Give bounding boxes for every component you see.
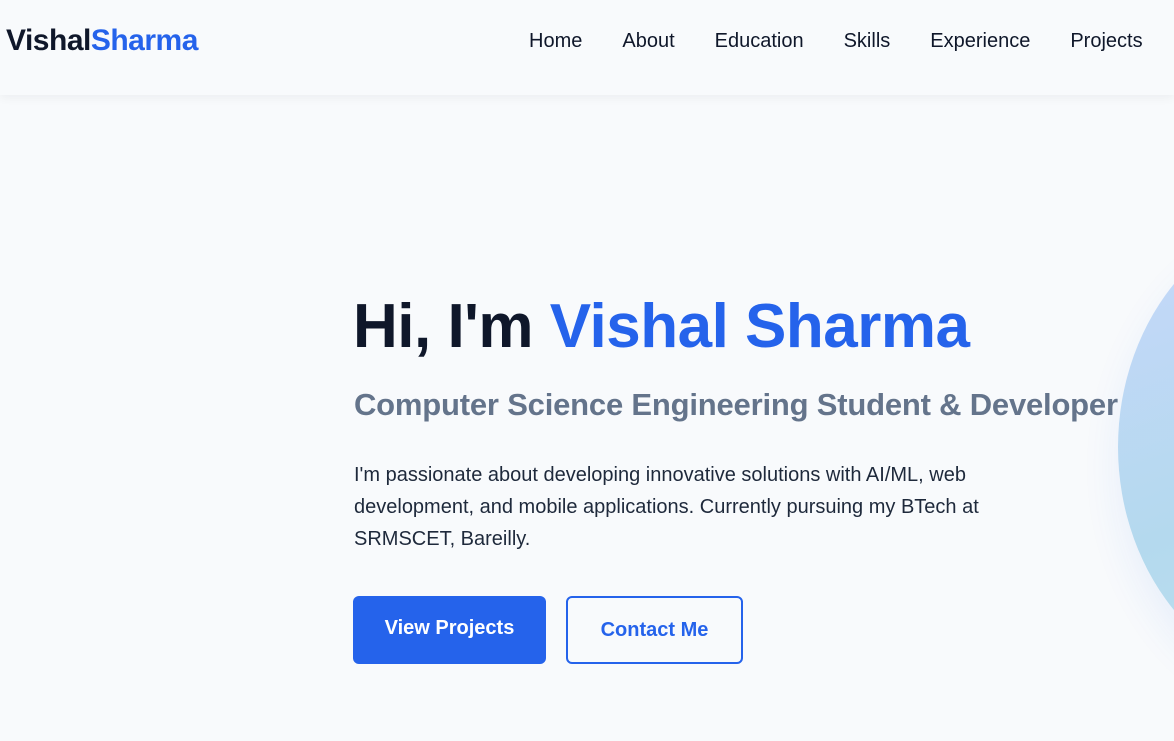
hero-section: Hi, I'm Vishal Sharma Computer Science E… — [0, 95, 1174, 741]
navbar: VishalSharma Home About Education Skills… — [0, 0, 1174, 95]
logo-last-name: Sharma — [90, 24, 199, 57]
hero-decorative-blob — [1118, 207, 1174, 687]
nav-links: Home About Education Skills Experience P… — [529, 29, 1174, 53]
hero-name: Vishal Sharma — [549, 292, 970, 361]
nav-link-home[interactable]: Home — [529, 29, 582, 53]
hero-title: Hi, I'm Vishal Sharma — [353, 291, 970, 363]
view-projects-button[interactable]: View Projects — [353, 596, 546, 664]
hero-subtitle: Computer Science Engineering Student & D… — [354, 387, 1118, 422]
nav-link-skills[interactable]: Skills — [844, 29, 891, 53]
hero-description: I'm passionate about developing innovati… — [354, 464, 979, 550]
contact-me-button[interactable]: Contact Me — [566, 596, 743, 664]
hero-greeting: Hi, I'm — [353, 292, 550, 361]
nav-link-about[interactable]: About — [622, 29, 674, 53]
site-logo[interactable]: VishalSharma — [6, 24, 198, 58]
logo-first-name: Vishal — [6, 24, 91, 57]
nav-link-projects[interactable]: Projects — [1070, 29, 1142, 53]
nav-link-education[interactable]: Education — [715, 29, 804, 53]
nav-link-experience[interactable]: Experience — [930, 29, 1030, 53]
